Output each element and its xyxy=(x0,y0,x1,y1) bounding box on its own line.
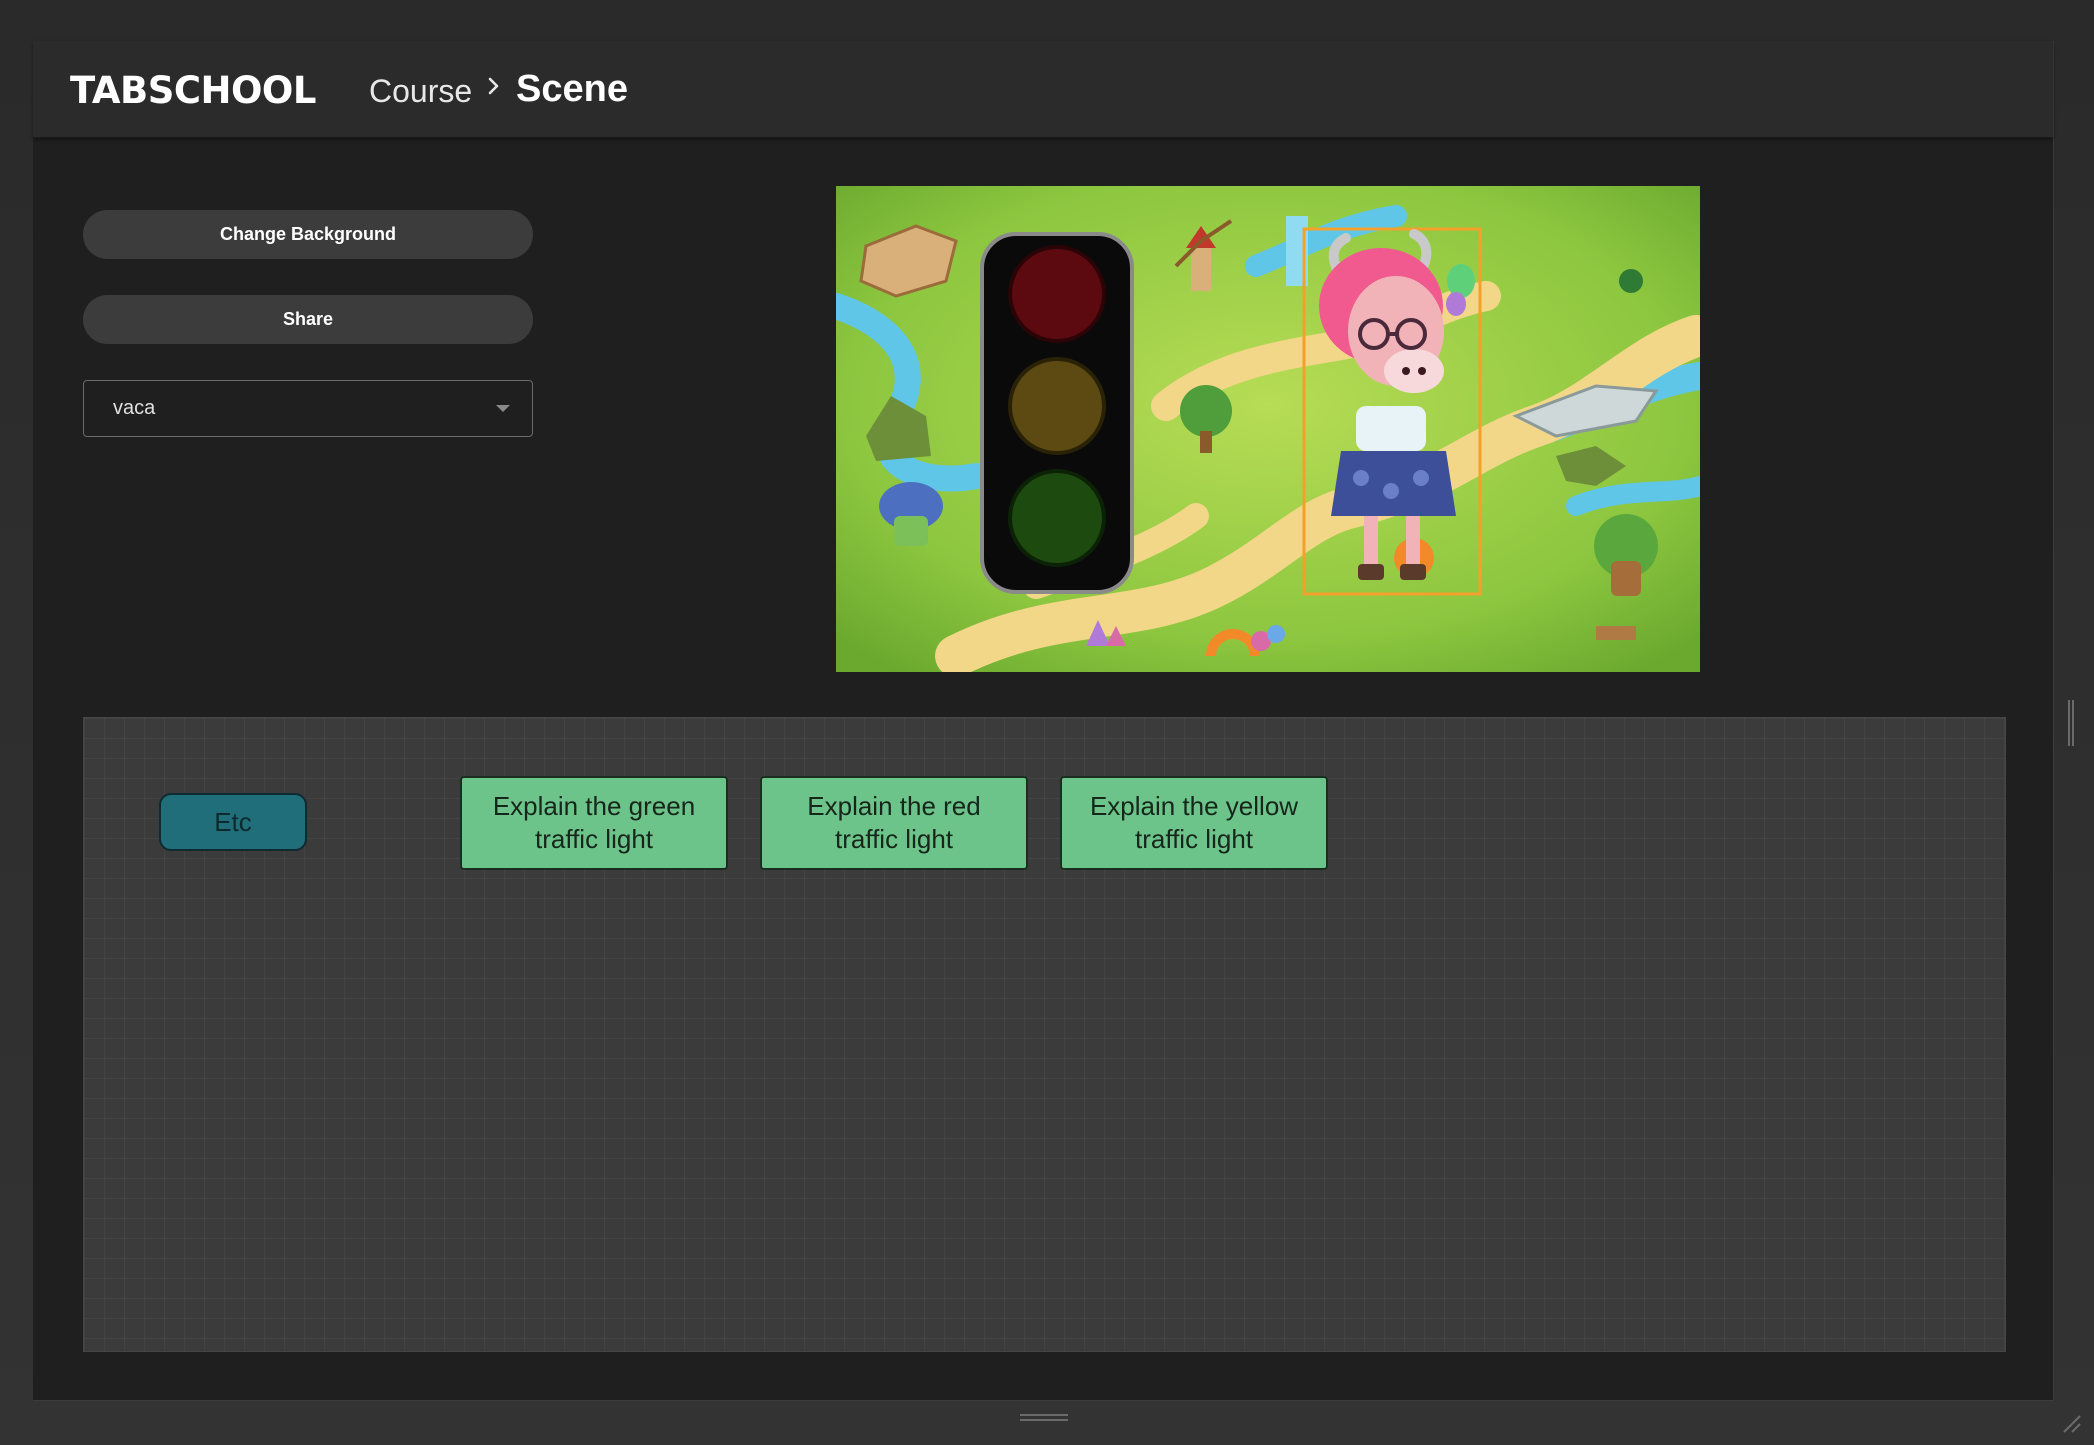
vertical-resize-handle[interactable] xyxy=(2066,700,2076,746)
flow-node-explain-yellow[interactable]: Explain the yellow traffic light xyxy=(1060,776,1328,870)
top-bar: TABSCHOOL Course Scene xyxy=(33,41,2053,138)
horizontal-resize-handle[interactable] xyxy=(1020,1410,1068,1424)
flow-node-explain-green[interactable]: Explain the green traffic light xyxy=(460,776,728,870)
share-button[interactable]: Share xyxy=(83,295,533,344)
scene-preview[interactable] xyxy=(836,186,1700,672)
traffic-light-icon[interactable] xyxy=(980,232,1134,594)
character-select-value: vaca xyxy=(113,397,156,419)
app-logo[interactable]: TABSCHOOL xyxy=(70,69,316,112)
caret-down-icon xyxy=(496,405,510,412)
breadcrumb-course-link[interactable]: Course xyxy=(369,73,472,110)
flow-node-explain-red[interactable]: Explain the red traffic light xyxy=(760,776,1028,870)
flow-node-etc[interactable]: Etc xyxy=(159,793,307,851)
change-background-button[interactable]: Change Background xyxy=(83,210,533,259)
character-select[interactable]: vaca xyxy=(83,380,533,437)
scene-background-image xyxy=(836,186,1700,672)
page-title: Scene xyxy=(516,68,628,110)
chevron-right-icon xyxy=(488,77,499,95)
app-window: TABSCHOOL Course Scene Change Background… xyxy=(33,41,2054,1401)
flow-canvas[interactable]: Etc Explain the green traffic light Expl… xyxy=(83,717,2006,1352)
resize-grip-icon[interactable] xyxy=(2060,1412,2082,1434)
